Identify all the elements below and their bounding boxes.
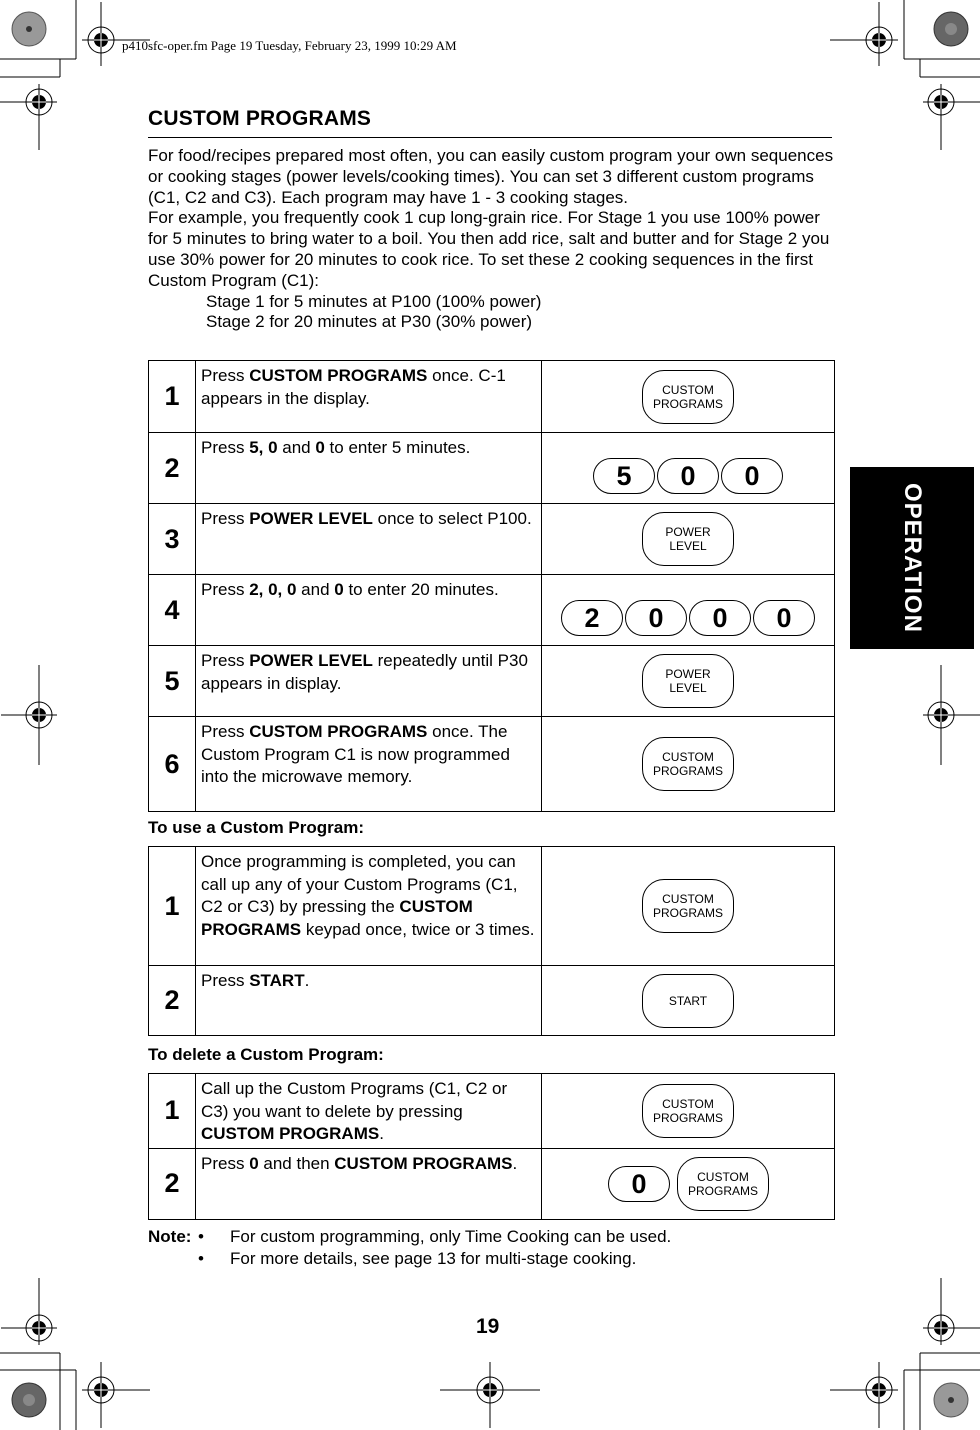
registration-mark xyxy=(830,1362,898,1428)
page-title: CUSTOM PROGRAMS xyxy=(148,107,372,130)
intro-paragraph: For example, you frequently cook 1 cup l… xyxy=(148,208,830,290)
step-text: Press 5, 0 and 0 to enter 5 minutes. xyxy=(195,432,542,504)
keypad-illustration: POWER LEVEL xyxy=(541,503,835,575)
step-text: Press START. xyxy=(195,965,542,1036)
program-steps-table: 1 Press CUSTOM PROGRAMS once. C-1 appear… xyxy=(148,360,835,812)
section-tab-label: OPERATION xyxy=(899,483,926,633)
keypad-illustration: POWER LEVEL xyxy=(541,645,835,717)
digit-key-5[interactable]: 5 xyxy=(593,458,655,494)
keypad-illustration: CUSTOM PROGRAMS xyxy=(541,360,835,433)
intro-paragraph: For food/recipes prepared most often, yo… xyxy=(148,146,834,207)
step-number: 2 xyxy=(148,965,196,1036)
table-row: 1 Once programming is completed, you can… xyxy=(148,846,835,966)
table-row: 2 Press 0 and then CUSTOM PROGRAMS. 0 CU… xyxy=(148,1147,835,1220)
digit-key-0[interactable]: 0 xyxy=(721,458,783,494)
table-row: 1 Press CUSTOM PROGRAMS once. C-1 appear… xyxy=(148,360,835,433)
table-row: 2 Press 5, 0 and 0 to enter 5 minutes. 5… xyxy=(148,432,835,504)
step-text: Press CUSTOM PROGRAMS once. C-1 appears … xyxy=(195,360,542,433)
registration-mark xyxy=(82,1362,150,1428)
intro-text: For food/recipes prepared most often, yo… xyxy=(148,146,838,333)
start-key[interactable]: START xyxy=(642,973,734,1028)
step-number: 1 xyxy=(148,846,196,966)
step-number: 1 xyxy=(148,1073,196,1149)
custom-programs-key[interactable]: CUSTOM PROGRAMS xyxy=(642,1083,734,1138)
custom-programs-key[interactable]: CUSTOM PROGRAMS xyxy=(642,737,734,791)
table-row: 3 Press POWER LEVEL once to select P100.… xyxy=(148,503,835,575)
keypad-illustration: 2 0 0 0 xyxy=(541,574,835,646)
table-row: 6 Press CUSTOM PROGRAMS once. The Custom… xyxy=(148,716,835,812)
registration-mark xyxy=(82,2,150,66)
step-number: 3 xyxy=(148,503,196,575)
table-row: 4 Press 2, 0, 0 and 0 to enter 20 minute… xyxy=(148,574,835,646)
step-text: Press 2, 0, 0 and 0 to enter 20 minutes. xyxy=(195,574,542,646)
digit-key-0[interactable]: 0 xyxy=(657,458,719,494)
title-rule xyxy=(148,137,832,138)
step-number: 6 xyxy=(148,716,196,812)
stage-line: Stage 2 for 20 minutes at P30 (30% power… xyxy=(206,312,533,332)
step-text: Press POWER LEVEL repeatedly until P30 a… xyxy=(195,645,542,717)
registration-mark xyxy=(0,84,57,150)
note-item: • For more details, see page 13 for mult… xyxy=(198,1249,637,1268)
step-number: 2 xyxy=(148,432,196,504)
power-level-key[interactable]: POWER LEVEL xyxy=(642,512,734,566)
custom-programs-key[interactable]: CUSTOM PROGRAMS xyxy=(642,369,734,424)
digit-key-0[interactable]: 0 xyxy=(625,600,687,636)
power-level-key[interactable]: POWER LEVEL xyxy=(642,654,734,708)
registration-mark xyxy=(440,1362,540,1428)
digit-key-0[interactable]: 0 xyxy=(753,600,815,636)
keypad-illustration: CUSTOM PROGRAMS xyxy=(541,716,835,812)
page-number: 19 xyxy=(476,1315,500,1338)
keypad-illustration: 5 0 0 xyxy=(541,432,835,504)
step-text: Once programming is completed, you can c… xyxy=(195,846,542,966)
custom-programs-key[interactable]: CUSTOM PROGRAMS xyxy=(642,879,734,933)
note-block: Note: • For custom programming, only Tim… xyxy=(148,1226,671,1270)
registration-mark xyxy=(1,1278,57,1345)
step-text: Call up the Custom Programs (C1, C2 or C… xyxy=(195,1073,542,1149)
step-number: 5 xyxy=(148,645,196,717)
registration-mark xyxy=(923,84,980,150)
registration-mark xyxy=(830,2,898,66)
print-slug: p410sfc-oper.fm Page 19 Tuesday, Februar… xyxy=(122,38,457,53)
step-number: 4 xyxy=(148,574,196,646)
registration-mark xyxy=(923,665,980,765)
digit-key-0[interactable]: 0 xyxy=(689,600,751,636)
use-program-heading: To use a Custom Program: xyxy=(148,818,364,837)
step-number: 1 xyxy=(148,360,196,433)
use-steps-table: 1 Once programming is completed, you can… xyxy=(148,846,835,1036)
crop-mark-top-left xyxy=(0,0,77,78)
section-tab: OPERATION xyxy=(850,467,974,649)
crop-mark-bottom-left xyxy=(0,1352,77,1430)
registration-mark xyxy=(923,1278,980,1345)
digit-key-0[interactable]: 0 xyxy=(608,1165,670,1202)
registration-mark xyxy=(1,665,57,765)
digit-key-2[interactable]: 2 xyxy=(561,600,623,636)
step-text: Press CUSTOM PROGRAMS once. The Custom P… xyxy=(195,716,542,812)
keypad-illustration: 0 CUSTOM PROGRAMS xyxy=(541,1147,835,1220)
stage-line: Stage 1 for 5 minutes at P100 (100% powe… xyxy=(206,291,542,311)
bullet: • xyxy=(198,1249,204,1268)
step-text: Press 0 and then CUSTOM PROGRAMS. xyxy=(195,1147,542,1220)
keypad-illustration: START xyxy=(541,965,835,1036)
crop-mark-bottom-right xyxy=(903,1352,980,1430)
note-item: Note: • For custom programming, only Tim… xyxy=(148,1227,672,1246)
table-row: 2 Press START. START xyxy=(148,965,835,1036)
delete-program-heading: To delete a Custom Program: xyxy=(148,1045,384,1064)
table-row: 5 Press POWER LEVEL repeatedly until P30… xyxy=(148,645,835,717)
table-row: 1 Call up the Custom Programs (C1, C2 or… xyxy=(148,1073,835,1149)
bullet: • xyxy=(198,1227,204,1246)
note-label: Note: xyxy=(148,1227,192,1246)
keypad-illustration: CUSTOM PROGRAMS xyxy=(541,1073,835,1149)
custom-programs-key[interactable]: CUSTOM PROGRAMS xyxy=(677,1156,769,1211)
delete-steps-table: 1 Call up the Custom Programs (C1, C2 or… xyxy=(148,1073,835,1220)
keypad-illustration: CUSTOM PROGRAMS xyxy=(541,846,835,966)
step-text: Press POWER LEVEL once to select P100. xyxy=(195,503,542,575)
crop-mark-top-right xyxy=(903,0,980,78)
step-number: 2 xyxy=(148,1147,196,1220)
